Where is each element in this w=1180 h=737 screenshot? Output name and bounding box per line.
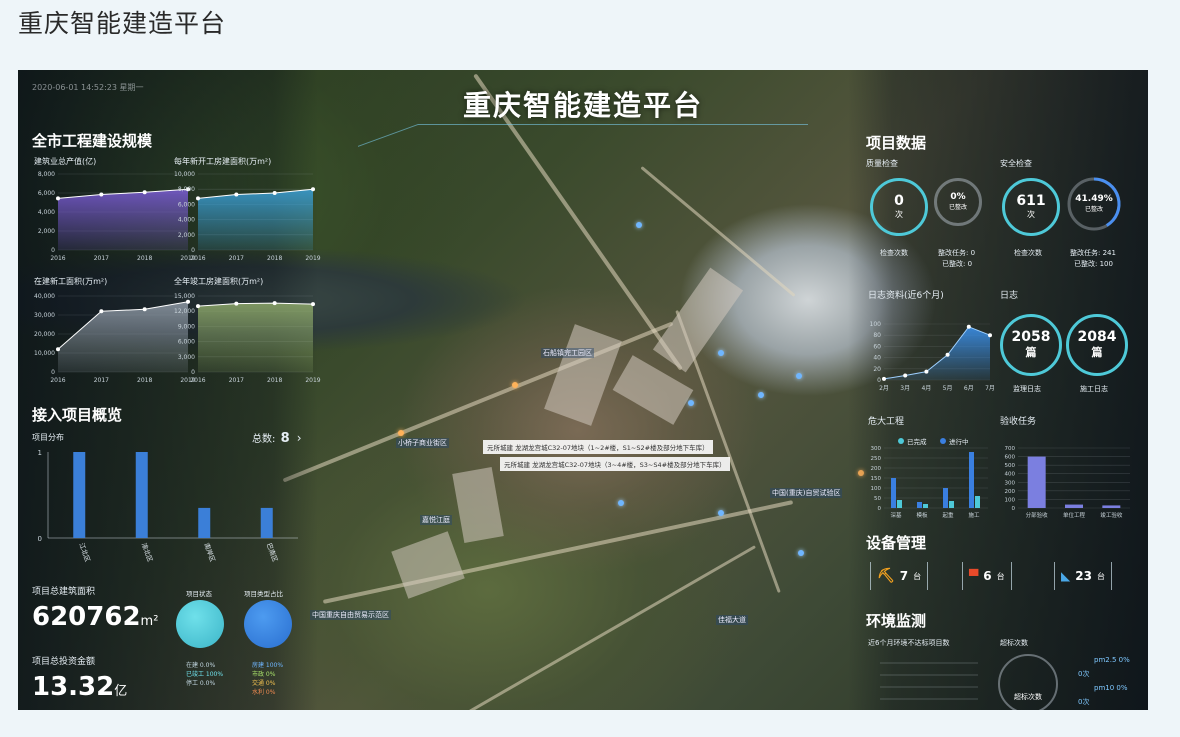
x-tick-label: 模板	[916, 511, 928, 519]
project-type-bubble[interactable]	[244, 600, 292, 648]
danger-chart: 300250200150100500深基 模板 起重 施工70060050040030…	[871, 446, 1130, 519]
bar	[943, 488, 948, 508]
y-tick-label: 200	[871, 466, 882, 472]
x-tick-label: 巴南区	[265, 542, 280, 564]
env-sub-label: 近6个月环境不达标项目数	[868, 639, 950, 647]
env-ring[interactable]: 超标次数	[998, 654, 1058, 710]
legend-item: 市政 0%	[252, 671, 276, 678]
bar	[891, 478, 896, 508]
project-status-bubble[interactable]	[176, 600, 224, 648]
bar	[923, 504, 928, 508]
y-tick-label: 200	[1005, 489, 1016, 495]
elevator-icon: ▀	[969, 569, 979, 583]
area-unit: m²	[140, 614, 159, 629]
equipment-unit: 台	[913, 571, 922, 581]
x-tick-label: 江北区	[77, 542, 91, 564]
invest-label: 项目总投资金额	[32, 657, 96, 667]
x-tick-label: 竣工验收	[1100, 511, 1123, 519]
map-building	[391, 531, 465, 599]
area-number: 620762	[32, 602, 141, 632]
x-tick-label: 单位工程	[1063, 511, 1086, 519]
invest-unit: 亿	[114, 684, 128, 699]
y-tick-label: 0	[878, 506, 882, 512]
section-title-environment: 环境监测	[866, 612, 927, 630]
y-tick-label: 150	[871, 476, 882, 482]
y-tick-label: 500	[1005, 463, 1016, 469]
pm10-value: 0次	[1078, 698, 1090, 706]
legend-item: 房建 100%	[252, 662, 284, 669]
y-tick-label: 300	[1005, 480, 1016, 486]
y-tick-label: 700	[1005, 446, 1016, 452]
map-label[interactable]: 中国重庆自由贸易示范区	[310, 610, 391, 620]
y-tick-label: 50	[874, 496, 881, 502]
bubble-label: 项目状态	[186, 590, 212, 598]
y-tick-label: 0	[38, 535, 42, 543]
y-tick-label: 400	[1005, 472, 1016, 478]
bar	[975, 496, 980, 508]
bar	[897, 500, 902, 508]
x-tick-label: 渝北区	[140, 542, 155, 564]
camera-icon: ◣	[1061, 569, 1071, 583]
equipment-unit: 台	[996, 571, 1005, 581]
y-tick-label: 300	[871, 446, 882, 452]
equipment-value: 23	[1075, 569, 1092, 583]
x-tick-label: 施工	[968, 511, 980, 519]
y-tick-label: 250	[871, 456, 882, 462]
env-mini-chart	[880, 662, 978, 700]
y-tick-label: 0	[1012, 506, 1016, 512]
equipment-camera[interactable]: ◣ 23 台	[1054, 562, 1112, 590]
dashboard-screenshot: 石船镇完工园区 小桥子商业街区 嘉悦江庭 中国(重庆)自贸试验区 中国重庆自由贸…	[18, 70, 1148, 710]
legend-item: 交通 0%	[252, 680, 276, 687]
map-pin-icon[interactable]	[798, 550, 804, 556]
legend-item: 在建 0.0%	[186, 662, 216, 669]
equipment-value: 7	[899, 569, 909, 583]
invest-value: 13.32亿	[32, 672, 127, 702]
equipment-elevator[interactable]: ▀ 6台	[962, 562, 1012, 590]
tower-crane-icon: ⛏	[877, 568, 895, 584]
equipment-value: 6	[983, 569, 992, 583]
bar	[949, 501, 954, 508]
env-alarm-label: 超标次数	[1000, 639, 1028, 647]
equipment-crane[interactable]: ⛏ 7台	[870, 562, 929, 590]
legend-item: 水利 0%	[252, 689, 276, 696]
page-title: 重庆智能建造平台	[18, 9, 227, 38]
area-value: 620762m²	[32, 602, 158, 632]
y-tick-label: 100	[871, 486, 882, 492]
bar	[917, 502, 922, 508]
bubble-label: 项目类型占比	[244, 590, 283, 598]
x-tick-label: 深基	[890, 511, 902, 519]
x-tick-label: 分部验收	[1026, 511, 1049, 519]
section-title-equipment: 设备管理	[866, 534, 927, 552]
pm25-value: 0次	[1078, 670, 1090, 678]
area-label: 项目总建筑面积	[32, 587, 96, 597]
env-ring-caption: 超标次数	[1014, 693, 1042, 701]
legend-item: 停工 0.0%	[186, 680, 216, 687]
y-tick-label: 100	[1005, 497, 1016, 503]
pm25-label: pm2.5 0%	[1094, 656, 1130, 664]
map-label[interactable]: 佳福大道	[716, 615, 748, 625]
equipment-unit: 台	[1096, 571, 1105, 581]
x-tick-label: 南岸区	[202, 542, 217, 564]
x-tick-label: 起重	[942, 511, 954, 519]
bar	[1102, 505, 1121, 508]
bar	[969, 452, 974, 508]
y-tick-label: 600	[1005, 455, 1016, 461]
bar	[1065, 504, 1083, 508]
pm10-label: pm10 0%	[1094, 684, 1128, 692]
legend-item: 已竣工 100%	[186, 671, 224, 678]
map-road	[460, 545, 756, 710]
bar	[1027, 456, 1046, 508]
invest-number: 13.32	[32, 672, 115, 702]
